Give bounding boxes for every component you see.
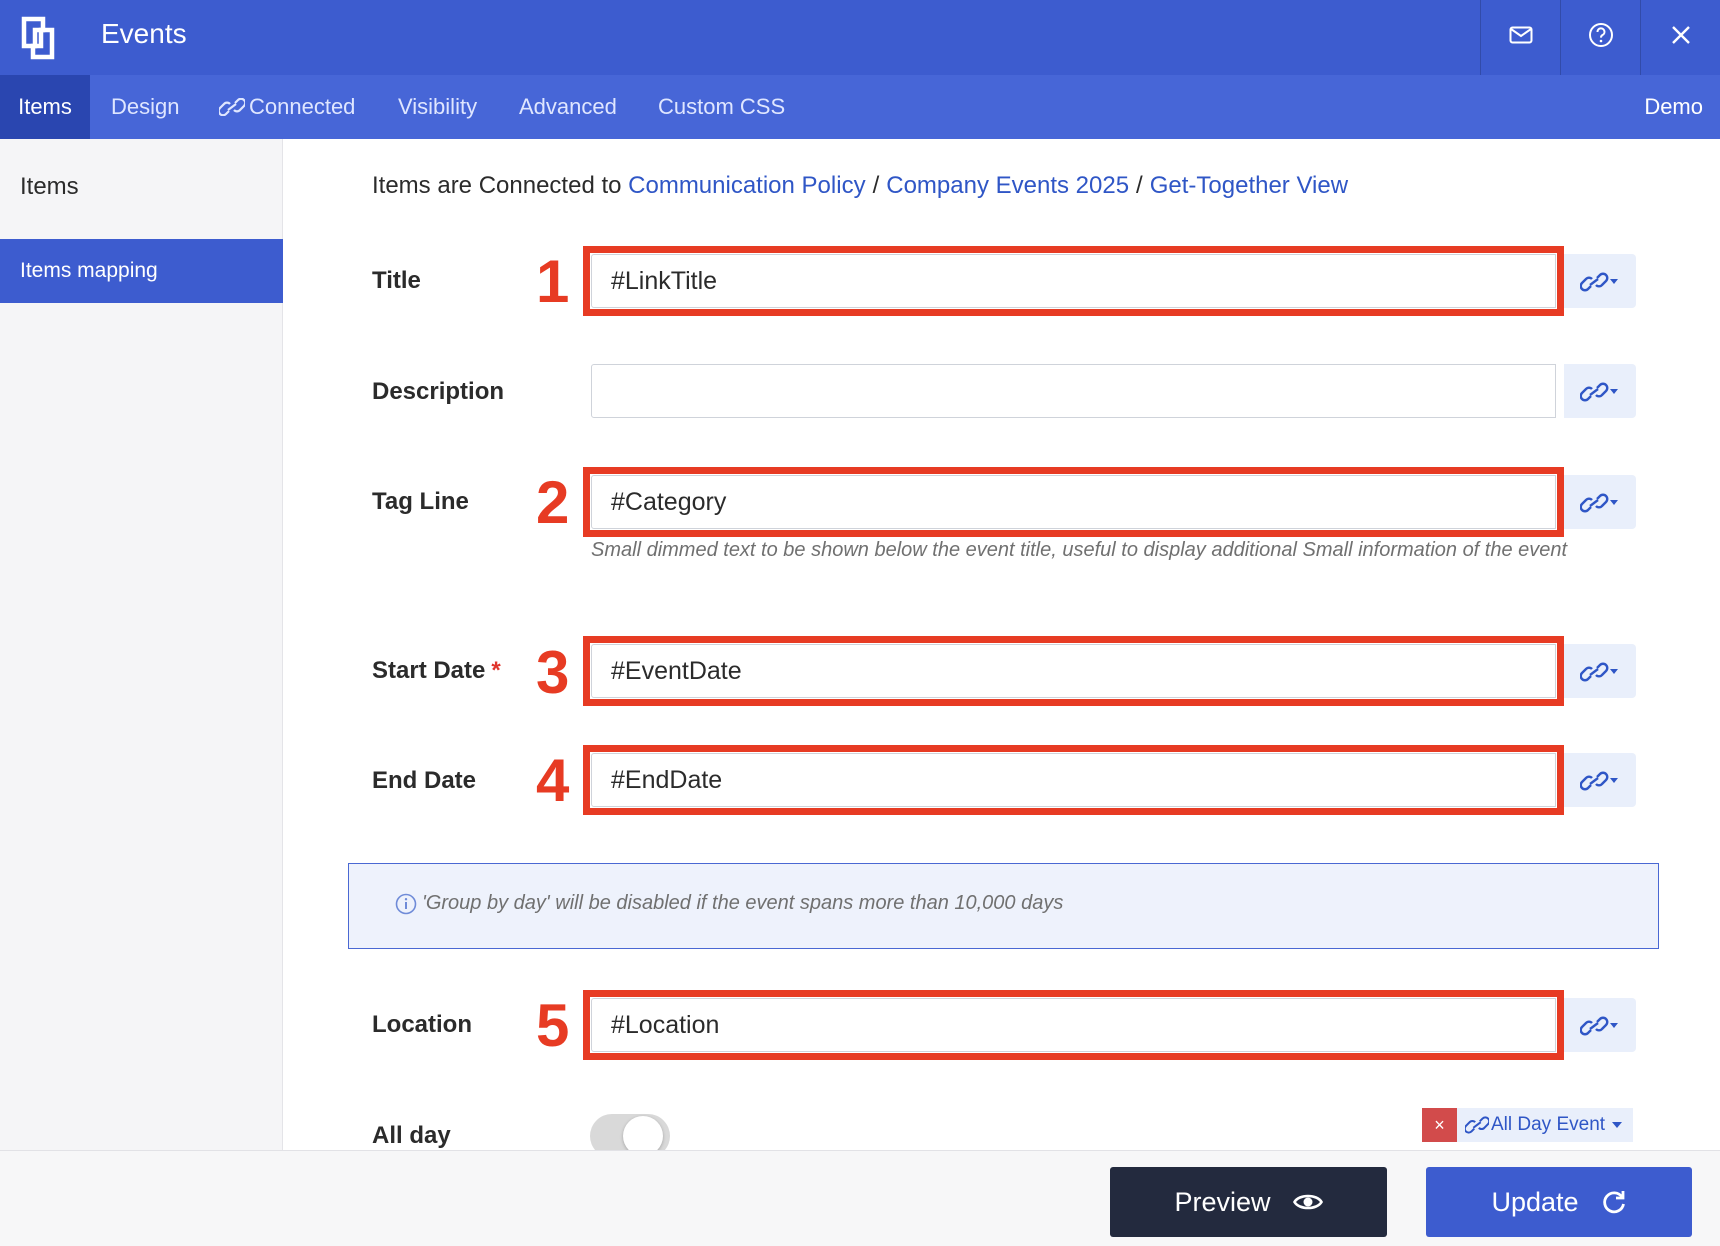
info-icon bbox=[395, 893, 417, 915]
link-dropdown-icon bbox=[1580, 659, 1620, 683]
info-text: 'Group by day' will be disabled if the e… bbox=[422, 892, 1064, 914]
footer: Preview Update bbox=[0, 1150, 1720, 1246]
refresh-icon bbox=[1601, 1189, 1627, 1215]
breadcrumb-link-list[interactable]: Company Events 2025 bbox=[886, 172, 1129, 199]
link-icon bbox=[1465, 1115, 1489, 1135]
breadcrumb-link-view[interactable]: Get-Together View bbox=[1150, 172, 1348, 199]
tagline-link-button[interactable] bbox=[1564, 475, 1636, 529]
update-button[interactable]: Update bbox=[1426, 1167, 1692, 1237]
all-day-connected-field: × All Day Event bbox=[1422, 1108, 1634, 1142]
link-icon bbox=[219, 98, 245, 116]
start-date-input[interactable]: #EventDate bbox=[591, 644, 1556, 698]
tab-connected[interactable]: Connected bbox=[219, 75, 355, 139]
breadcrumb-link-site[interactable]: Communication Policy bbox=[628, 172, 865, 199]
description-label: Description bbox=[372, 378, 505, 405]
help-button[interactable] bbox=[1560, 0, 1640, 75]
end-date-input[interactable]: #EndDate bbox=[591, 753, 1556, 807]
title-input[interactable]: #LinkTitle bbox=[591, 254, 1556, 308]
title-label: Title bbox=[372, 267, 421, 294]
tab-visibility[interactable]: Visibility bbox=[398, 75, 477, 139]
description-input[interactable] bbox=[591, 364, 1556, 418]
eye-icon bbox=[1292, 1191, 1323, 1213]
preview-button[interactable]: Preview bbox=[1110, 1167, 1387, 1237]
close-button[interactable] bbox=[1640, 0, 1720, 75]
tab-bar: Items Design Connected Visibility Advanc… bbox=[0, 75, 1720, 139]
window-title: Events bbox=[101, 18, 187, 49]
tab-custom-css[interactable]: Custom CSS bbox=[658, 75, 785, 139]
title-link-button[interactable] bbox=[1564, 254, 1636, 308]
link-dropdown-icon bbox=[1580, 379, 1620, 403]
tab-design[interactable]: Design bbox=[111, 75, 179, 139]
start-date-label: Start Date * bbox=[372, 657, 501, 684]
demo-label[interactable]: Demo bbox=[1644, 75, 1703, 139]
connected-field-dropdown[interactable]: All Day Event bbox=[1457, 1108, 1634, 1142]
chevron-down-icon bbox=[1611, 1121, 1623, 1129]
location-input[interactable]: #Location bbox=[591, 998, 1556, 1052]
title-bar: Events bbox=[0, 0, 1720, 75]
link-dropdown-icon bbox=[1580, 269, 1620, 293]
start-date-link-button[interactable] bbox=[1564, 644, 1636, 698]
tagline-label: Tag Line bbox=[372, 488, 469, 515]
end-date-label: End Date bbox=[372, 767, 477, 794]
link-dropdown-icon bbox=[1580, 1013, 1620, 1037]
tagline-hint: Small dimmed text to be shown below the … bbox=[591, 539, 1568, 561]
tab-advanced[interactable]: Advanced bbox=[519, 75, 617, 139]
app-logo-icon bbox=[0, 0, 75, 75]
sidebar-heading: Items bbox=[20, 173, 79, 200]
required-marker: * bbox=[491, 657, 501, 684]
remove-connection-button[interactable]: × bbox=[1422, 1108, 1457, 1142]
link-dropdown-icon bbox=[1580, 768, 1620, 792]
mail-button[interactable] bbox=[1480, 0, 1560, 75]
all-day-label: All day bbox=[372, 1122, 451, 1149]
marker-1: 1 bbox=[536, 248, 570, 315]
end-date-link-button[interactable] bbox=[1564, 753, 1636, 807]
close-icon bbox=[1671, 25, 1691, 50]
link-dropdown-icon bbox=[1580, 490, 1620, 514]
marker-3: 3 bbox=[536, 639, 570, 706]
mail-icon bbox=[1509, 26, 1533, 49]
group-by-day-info: 'Group by day' will be disabled if the e… bbox=[348, 863, 1659, 949]
sidebar: Items Items mapping bbox=[0, 139, 283, 1150]
location-label: Location bbox=[372, 1011, 472, 1038]
marker-4: 4 bbox=[536, 747, 570, 814]
tab-items[interactable]: Items bbox=[0, 75, 90, 139]
marker-2: 2 bbox=[536, 469, 570, 536]
connection-breadcrumb: Items are Connected to Communication Pol… bbox=[372, 172, 1349, 199]
sidebar-item-items-mapping[interactable]: Items mapping bbox=[0, 239, 283, 303]
marker-5: 5 bbox=[536, 992, 570, 1059]
tagline-input[interactable]: #Category bbox=[591, 475, 1556, 529]
location-link-button[interactable] bbox=[1564, 998, 1636, 1052]
help-icon bbox=[1588, 22, 1614, 53]
description-link-button[interactable] bbox=[1564, 364, 1636, 418]
